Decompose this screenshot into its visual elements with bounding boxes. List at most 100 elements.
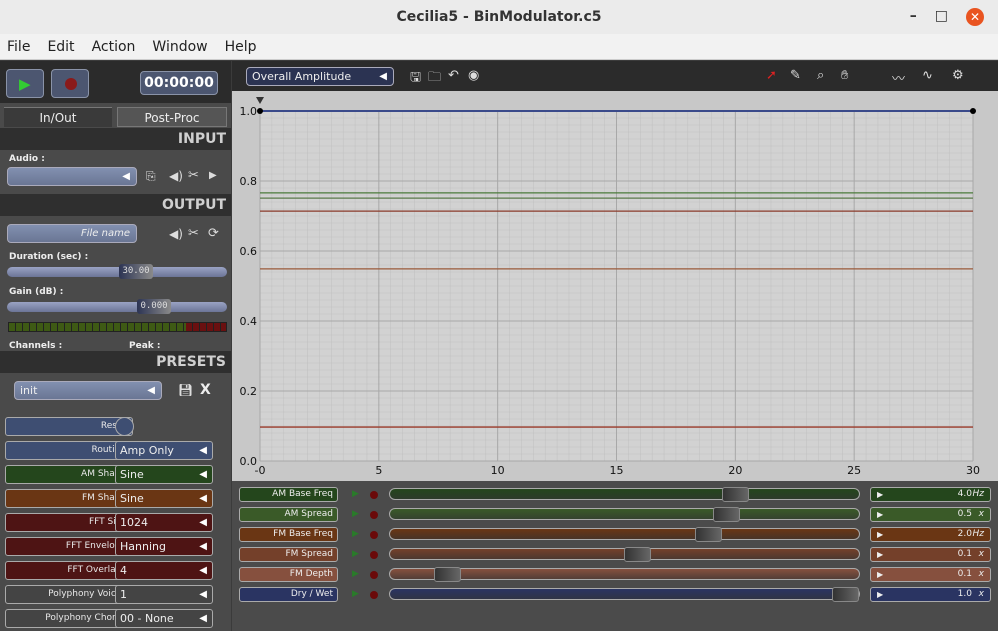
play-automation-icon[interactable]: ▶ bbox=[352, 569, 359, 579]
save-icon[interactable]: 🖫 bbox=[410, 68, 421, 90]
gain-value[interactable]: 0.000 bbox=[137, 299, 171, 314]
param-select-polyphony-voices[interactable]: 1 ◀ bbox=[115, 585, 213, 604]
waveform-icon[interactable]: 〰 bbox=[892, 68, 905, 87]
speaker-icon[interactable]: ◀) bbox=[169, 227, 183, 241]
refresh-icon[interactable]: ⟳ bbox=[208, 226, 219, 241]
play-automation-icon[interactable]: ▶ bbox=[352, 549, 359, 559]
slider-value-am-base-freq[interactable]: ▶ 4.0 Hz bbox=[870, 487, 991, 502]
filename-input[interactable]: File name bbox=[7, 224, 137, 243]
slider-fm-depth[interactable] bbox=[389, 567, 860, 582]
save-preset-icon[interactable]: 💾︎ bbox=[178, 383, 193, 397]
record-automation-icon[interactable] bbox=[370, 591, 378, 599]
envelope-point[interactable] bbox=[257, 108, 263, 114]
param-select-fft-overlaps[interactable]: 4 ◀ bbox=[115, 561, 213, 580]
scissors-icon[interactable]: ✂ bbox=[188, 168, 199, 183]
envelope-point[interactable] bbox=[970, 108, 976, 114]
slider-knob[interactable] bbox=[624, 547, 651, 562]
duration-slider[interactable]: 30.00 bbox=[7, 264, 227, 279]
speaker-icon[interactable]: ◀) bbox=[169, 169, 183, 183]
reset-toggle[interactable] bbox=[115, 417, 134, 436]
maximize-button[interactable]: □ bbox=[935, 8, 948, 26]
pencil-icon[interactable]: ✎ bbox=[790, 68, 801, 83]
tab-in-out[interactable]: In/Out bbox=[4, 107, 112, 127]
menu-help[interactable]: Help bbox=[225, 39, 257, 55]
param-label-fft-overlaps[interactable]: FFT Overlaps bbox=[5, 561, 133, 580]
menu-window[interactable]: Window bbox=[152, 39, 207, 55]
play-automation-icon[interactable]: ▶ bbox=[352, 509, 359, 519]
preset-select[interactable]: init ◀ bbox=[14, 381, 162, 400]
settings-icon[interactable]: ⚙ bbox=[952, 68, 964, 83]
play-button[interactable]: ▶ bbox=[6, 69, 44, 98]
eye-icon[interactable]: ◉ bbox=[468, 68, 479, 83]
hand-icon[interactable]: ✋︎ bbox=[841, 68, 848, 83]
menu-edit[interactable]: Edit bbox=[47, 39, 74, 55]
slider-knob[interactable] bbox=[722, 487, 749, 502]
slider-label-am-base-freq[interactable]: AM Base Freq bbox=[239, 487, 338, 502]
slider-value-fm-depth[interactable]: ▶ 0.1 x bbox=[870, 567, 991, 582]
param-select-fft-size[interactable]: 1024 ◀ bbox=[115, 513, 213, 532]
slider-label-fm-spread[interactable]: FM Spread bbox=[239, 547, 338, 562]
slider-value-dry-wet[interactable]: ▶ 1.0 x bbox=[870, 587, 991, 602]
play-automation-icon[interactable]: ▶ bbox=[352, 489, 359, 499]
undo-icon[interactable]: ↶ bbox=[448, 68, 459, 83]
duration-value[interactable]: 30.00 bbox=[119, 264, 153, 279]
automation-graph[interactable]: -0 5 10 15 20 25 300.00.20.40.60.81.0 bbox=[232, 91, 998, 481]
slider-knob[interactable] bbox=[695, 527, 722, 542]
record-automation-icon[interactable] bbox=[370, 531, 378, 539]
record-button[interactable] bbox=[51, 69, 89, 98]
channels-label: Channels : bbox=[9, 341, 63, 351]
folder-icon[interactable]: 🗀 bbox=[428, 68, 441, 90]
param-label-routing[interactable]: Routing bbox=[5, 441, 133, 460]
close-button[interactable]: ✕ bbox=[966, 8, 984, 26]
slider-am-base-freq[interactable] bbox=[389, 487, 860, 502]
slider-label-am-spread[interactable]: AM Spread bbox=[239, 507, 338, 522]
tab-post-proc[interactable]: Post-Proc bbox=[117, 107, 227, 127]
zoom-icon[interactable]: ⌕ bbox=[817, 68, 824, 83]
slider-knob[interactable] bbox=[434, 567, 461, 582]
slider-label-fm-base-freq[interactable]: FM Base Freq bbox=[239, 527, 338, 542]
delete-preset-button[interactable]: X bbox=[200, 382, 211, 398]
param-label-polyphony-chords[interactable]: Polyphony Chords bbox=[5, 609, 133, 628]
slider-label-fm-depth[interactable]: FM Depth bbox=[239, 567, 338, 582]
param-select-fft-envelope[interactable]: Hanning ◀ bbox=[115, 537, 213, 556]
gain-slider[interactable]: 0.000 bbox=[7, 299, 227, 314]
play-automation-icon[interactable]: ▶ bbox=[352, 529, 359, 539]
param-label-fm-shape[interactable]: FM Shape bbox=[5, 489, 133, 508]
window-title: Cecilia5 - BinModulator.c5 bbox=[396, 9, 602, 25]
curve-icon[interactable]: ∿ bbox=[922, 68, 933, 83]
play-automation-icon[interactable]: ▶ bbox=[352, 589, 359, 599]
slider-knob[interactable] bbox=[713, 507, 740, 522]
record-automation-icon[interactable] bbox=[370, 571, 378, 579]
param-value: 4 bbox=[120, 564, 127, 577]
slider-value-am-spread[interactable]: ▶ 0.5 x bbox=[870, 507, 991, 522]
minimize-button[interactable]: – bbox=[910, 8, 917, 26]
play-small-icon[interactable]: ▶ bbox=[209, 170, 217, 181]
record-automation-icon[interactable] bbox=[370, 491, 378, 499]
param-label-reset[interactable]: Reset bbox=[5, 417, 133, 436]
menu-action[interactable]: Action bbox=[92, 39, 136, 55]
graph-parameter-select[interactable]: Overall Amplitude ◀ bbox=[246, 67, 394, 86]
slider-fm-spread[interactable] bbox=[389, 547, 860, 562]
param-select-am-shape[interactable]: Sine ◀ bbox=[115, 465, 213, 484]
param-label-polyphony-voices[interactable]: Polyphony Voices bbox=[5, 585, 133, 604]
param-label-am-shape[interactable]: AM Shape bbox=[5, 465, 133, 484]
param-select-routing[interactable]: Amp Only ◀ bbox=[115, 441, 213, 460]
load-file-icon[interactable]: ⎘ bbox=[146, 169, 156, 184]
record-automation-icon[interactable] bbox=[370, 551, 378, 559]
record-automation-icon[interactable] bbox=[370, 511, 378, 519]
slider-am-spread[interactable] bbox=[389, 507, 860, 522]
slider-value-fm-spread[interactable]: ▶ 0.1 x bbox=[870, 547, 991, 562]
slider-fm-base-freq[interactable] bbox=[389, 527, 860, 542]
param-select-polyphony-chords[interactable]: 00 - None ◀ bbox=[115, 609, 213, 628]
slider-dry-wet[interactable] bbox=[389, 587, 860, 602]
scissors-icon[interactable]: ✂ bbox=[188, 226, 199, 241]
slider-knob[interactable] bbox=[832, 587, 859, 602]
param-select-fm-shape[interactable]: Sine ◀ bbox=[115, 489, 213, 508]
audio-input-select[interactable]: ◀ bbox=[7, 167, 137, 186]
param-label-fft-size[interactable]: FFT Size bbox=[5, 513, 133, 532]
slider-value-fm-base-freq[interactable]: ▶ 2.0 Hz bbox=[870, 527, 991, 542]
pointer-icon[interactable]: ➚ bbox=[766, 68, 777, 83]
slider-label-dry-wet[interactable]: Dry / Wet bbox=[239, 587, 338, 602]
param-label-fft-envelope[interactable]: FFT Envelope bbox=[5, 537, 133, 556]
menu-file[interactable]: File bbox=[7, 39, 30, 55]
